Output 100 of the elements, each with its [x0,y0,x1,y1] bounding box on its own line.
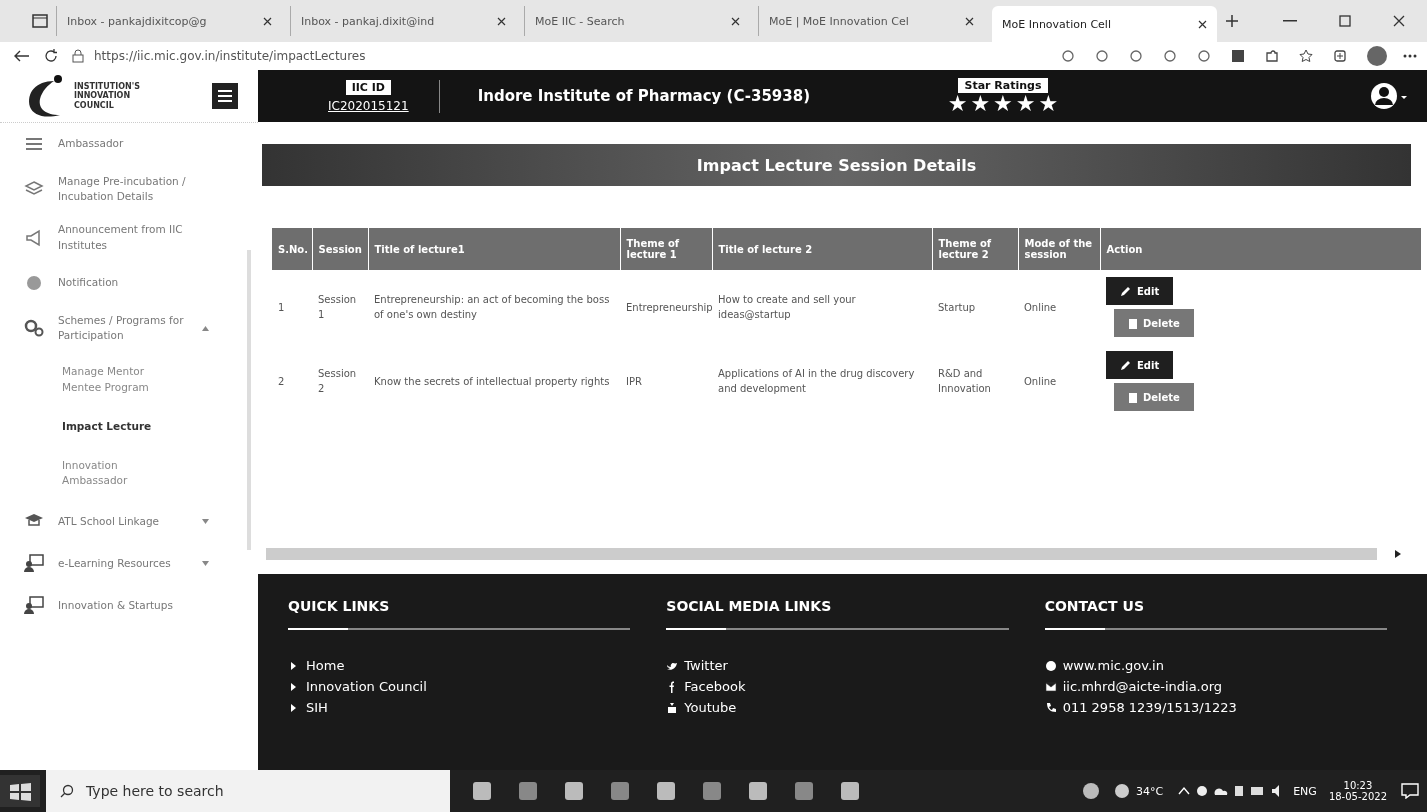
user-avatar-icon[interactable] [1369,81,1409,111]
close-tab-icon[interactable] [965,16,974,26]
extension-icon[interactable] [1231,49,1245,63]
taskbar-app-icon[interactable] [746,779,770,803]
table-cell-text: R&D and Innovation [937,367,992,396]
table-cell-text: 2 [277,374,286,389]
back-icon[interactable] [14,50,30,62]
sidebar-subitem[interactable]: Innovation Ambassador [0,445,162,501]
temperature-text[interactable]: 34°C [1136,784,1164,798]
puzzle-icon[interactable] [1265,49,1279,63]
weather-icon[interactable] [1114,783,1130,799]
sidebar-item[interactable]: Notification [0,261,238,304]
scrollbar[interactable] [266,548,1377,560]
edit-button[interactable]: Edit [1106,277,1174,305]
menu-button[interactable] [212,83,238,109]
notification-icon[interactable] [1401,783,1419,799]
column-header: Title of lecture1 [368,228,620,270]
sidebar-item[interactable]: Schemes / Programs for Participation [0,303,238,353]
footer-link[interactable]: www.mic.gov.in [1062,658,1164,673]
start-icon[interactable] [0,775,40,807]
taskbar-app-icon[interactable] [792,779,816,803]
tab-actions-icon[interactable] [32,14,48,28]
taskbar-app-icon[interactable] [470,779,494,803]
column-header: Title of lecture 2 [712,228,932,270]
language-indicator[interactable]: ENG [1293,784,1317,798]
clock-time[interactable]: 10:23 [1343,780,1373,791]
reload-icon[interactable] [44,49,58,63]
sidebar-item[interactable]: Innovation & Startups [0,584,238,627]
close-tab-icon[interactable] [731,16,740,26]
taskbar-app-icon[interactable] [608,779,632,803]
delete-button[interactable]: Delete [1114,383,1194,411]
browser-tab[interactable]: Inbox - pankajdixitcop@g [56,6,282,36]
footer-link[interactable]: Youtube [684,700,737,715]
star-icon: ★ [947,92,968,115]
toolbar-icon[interactable] [1129,49,1143,63]
close-icon[interactable] [1393,15,1405,27]
maximize-icon[interactable] [1339,15,1351,27]
sidebar-subitem[interactable]: Manage Mentor Mentee Program [0,352,162,407]
sidebar-item[interactable]: Ambassador [0,123,238,165]
toolbar-icon[interactable] [1163,49,1177,63]
iic-id-link[interactable]: IC202015121 [328,98,409,113]
table-cell: Online [1018,270,1100,344]
table-cell-text: Online [1023,374,1058,389]
toolbar-icon[interactable] [1197,49,1211,63]
sidebar-subitem[interactable]: Impact Lecture [0,406,162,446]
taskbar-search-field[interactable]: Type here to search [46,770,450,812]
footer-link[interactable]: iic.mhrd@aicte-india.org [1062,679,1223,694]
table-cell: How to create and sell your ideas@startup [712,270,932,344]
toolbar-icon[interactable] [1095,49,1109,63]
new-tab-icon[interactable] [1225,14,1239,28]
browser-tab[interactable]: MoE Innovation Cell [992,6,1217,42]
footer-link[interactable]: Home [306,658,345,673]
edit-button[interactable]: Edit [1106,351,1174,379]
youtube-icon [666,701,679,714]
help-icon[interactable] [1082,782,1100,800]
minimize-icon[interactable] [1283,20,1297,22]
footer-link[interactable]: Facebook [684,679,746,694]
clock-date[interactable]: 18-05-2022 [1328,791,1387,802]
taskbar-app-icon[interactable] [562,779,586,803]
taskbar-app-icon[interactable] [838,779,862,803]
lock-icon [72,49,84,63]
footer-link[interactable]: Twitter [684,658,728,673]
scroll-right-icon[interactable] [1395,550,1401,558]
column-header: Theme of lecture 1 [620,228,712,270]
sidebar-item[interactable]: Announcement from IIC Institutes [0,213,238,262]
taskbar-app-icon[interactable] [654,779,678,803]
address-field[interactable]: https://iic.mic.gov.in/institute/impactLectures [94,49,366,63]
browser-tab[interactable]: Inbox - pankaj.dixit@ind [290,6,516,36]
favorites-icon[interactable] [1299,49,1313,63]
table-cell-text: Applications of AI in the drug discovery and development [717,367,916,396]
profile-avatar-icon[interactable] [1367,46,1387,66]
footer-link[interactable]: SIH [306,700,328,715]
logo-text: INSTITUTION'S INNOVATION COUNCIL [74,82,141,110]
pencil-icon [1120,359,1132,371]
collections-icon[interactable] [1333,49,1347,63]
page-title-banner: Impact Lecture Session Details [262,144,1411,186]
iic-id-label: IIC ID [345,79,391,95]
more-icon[interactable] [1403,54,1417,58]
pencil-icon [1120,285,1132,297]
scrollbar[interactable] [247,250,251,550]
star-ratings-label: Star Ratings [958,77,1048,93]
delete-button[interactable]: Delete [1114,309,1194,337]
mail-icon [1044,680,1057,693]
taskbar-app-icon[interactable] [700,779,724,803]
table-cell: Entrepreneurship [620,270,712,344]
column-header: Session [312,228,368,270]
table-cell: Startup [932,270,1018,344]
sidebar-item[interactable]: e-Learning Resources [0,542,238,585]
sidebar-item[interactable]: ATL School Linkage [0,500,238,543]
footer-link[interactable]: 011 2958 1239/1513/1223 [1062,700,1237,715]
footer-link[interactable]: Innovation Council [306,679,427,694]
toolbar-icon[interactable] [1061,49,1075,63]
close-tab-icon[interactable] [1198,19,1207,29]
sidebar-item[interactable]: Manage Pre-incubation / Incubation Details [0,165,238,214]
taskbar-app-icon[interactable] [516,779,540,803]
table-cell: 1 [272,270,312,344]
close-tab-icon[interactable] [497,16,506,26]
browser-tab[interactable]: MoE | MoE Innovation Cel [758,6,984,36]
close-tab-icon[interactable] [263,16,272,26]
browser-tab[interactable]: MoE IIC - Search [524,6,750,36]
